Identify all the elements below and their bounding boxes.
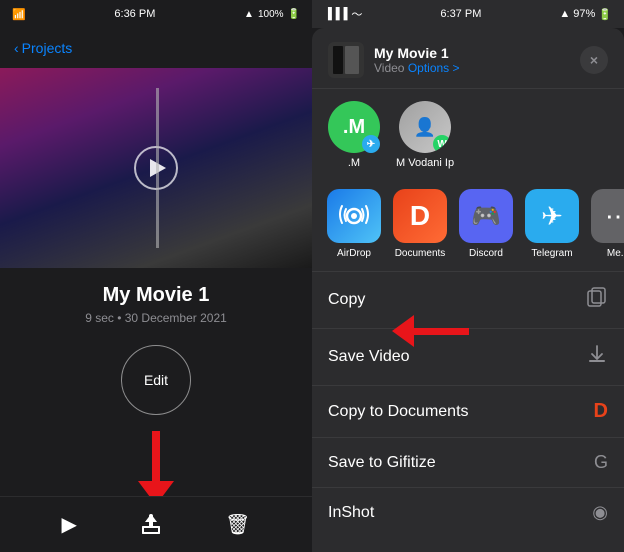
documents-label: Documents (395, 248, 446, 259)
share-movie-title: My Movie 1 (374, 45, 580, 61)
contact-avatar-vodani: 👤 W (399, 101, 451, 153)
documents-icon: D (393, 189, 447, 243)
discord-label: Discord (469, 248, 503, 259)
wifi-signal-icon: 📶 (12, 8, 26, 21)
app-airdrop[interactable]: AirDrop (326, 189, 382, 259)
whatsapp-badge: W (433, 135, 451, 153)
left-panel: 📶 6:36 PM ▲ 100% 🔋 ‹ Projects My Movie 1 (0, 0, 312, 552)
battery-icon-right: 🔋 (598, 8, 612, 21)
battery-percent-right: 97% (573, 8, 595, 20)
save-gifitize-label: Save to Gifitize (328, 454, 436, 472)
save-video-icon (586, 343, 608, 371)
film-gray (345, 46, 359, 74)
discord-icon: 🎮 (459, 189, 513, 243)
location-icon: ▲ (244, 9, 254, 20)
copy-documents-label: Copy to Documents (328, 403, 469, 421)
battery-left: 100% (258, 9, 284, 20)
close-icon: × (590, 52, 598, 68)
signal-icon: ▐▐▐ (324, 8, 347, 20)
more-apps-icon: ⋯ (591, 189, 624, 243)
back-button[interactable]: ‹ Projects (14, 40, 72, 56)
movie-title: My Movie 1 (0, 284, 312, 307)
copy-documents-icon: D (594, 400, 608, 423)
options-label[interactable]: Options > (408, 61, 460, 75)
save-video-label: Save Video (328, 348, 410, 366)
back-label: Projects (22, 40, 73, 56)
edit-button-container: Edit (0, 345, 312, 415)
red-arrow-right-container (392, 315, 469, 347)
share-sheet: My Movie 1 Video Options > × .M ✈ (312, 28, 624, 552)
movie-icon-small (328, 42, 364, 78)
video-thumbnail[interactable] (0, 68, 312, 268)
airdrop-svg (339, 201, 369, 231)
battery-area-right: ▲ 97% 🔋 (559, 8, 612, 21)
wifi-icon-right: 〜 (351, 6, 362, 22)
telegram-icon: ✈ (525, 189, 579, 243)
share-icon (140, 514, 162, 536)
arrow-shaft (152, 431, 160, 481)
copy-label: Copy (328, 291, 365, 309)
arrow-head-right (392, 315, 414, 347)
app-telegram[interactable]: ✈ Telegram (524, 189, 580, 259)
airdrop-icon (327, 189, 381, 243)
telegram-badge: ✈ (362, 135, 380, 153)
share-header: My Movie 1 Video Options > × (312, 28, 624, 89)
action-list: Copy Save Video (312, 272, 624, 552)
contact-name-m: .M (348, 157, 360, 169)
film-black (333, 46, 343, 74)
contact-item-m[interactable]: .M ✈ .M (328, 101, 380, 169)
time-right: 6:37 PM (440, 8, 481, 20)
contact-item-vodani[interactable]: 👤 W M Vodani Ip (396, 101, 454, 169)
inshot-icon: ◉ (592, 502, 608, 523)
arrow-shaft-right (414, 328, 469, 335)
play-toolbar-icon[interactable]: ▶ (62, 512, 77, 537)
share-title-area: My Movie 1 Video Options > (374, 45, 580, 75)
edit-button[interactable]: Edit (121, 345, 191, 415)
copy-icon (586, 286, 608, 314)
share-subtitle: Video Options > (374, 61, 580, 75)
app-documents[interactable]: D Documents (392, 189, 448, 259)
thumbnail-line (156, 88, 159, 248)
right-panel: ▐▐▐ 〜 6:37 PM ▲ 97% 🔋 My (312, 0, 624, 552)
action-copy-documents[interactable]: Copy to Documents D (312, 386, 624, 438)
inshot-label: InShot (328, 504, 374, 522)
contacts-row: .M ✈ .M 👤 W M Vodani Ip (312, 89, 624, 181)
more-label: Me... (607, 248, 624, 259)
film-strip (333, 46, 359, 74)
movie-info: My Movie 1 9 sec • 30 December 2021 (0, 268, 312, 333)
contact-avatar-m: .M ✈ (328, 101, 380, 153)
signal-area: ▐▐▐ 〜 (324, 6, 362, 22)
delete-toolbar-icon[interactable]: 🗑 (225, 512, 250, 537)
share-toolbar-icon[interactable] (140, 514, 162, 536)
app-more[interactable]: ⋯ Me... (590, 189, 624, 259)
action-save-gifitize[interactable]: Save to Gifitize G (312, 438, 624, 488)
app-discord[interactable]: 🎮 Discord (458, 189, 514, 259)
save-gifitize-icon: G (594, 452, 608, 473)
video-label: Video (374, 61, 404, 75)
airdrop-label: AirDrop (337, 248, 371, 259)
contact-name-vodani: M Vodani Ip (396, 157, 454, 169)
red-arrow-right (392, 315, 469, 347)
nav-header: ‹ Projects (0, 28, 312, 68)
contact-initial-m: .M (343, 116, 365, 139)
close-button[interactable]: × (580, 46, 608, 74)
play-icon: ▶ (62, 512, 77, 537)
apps-row: AirDrop D Documents 🎮 Discord ✈ Telegram (312, 181, 624, 272)
status-icons-left: ▲ 100% 🔋 (244, 9, 300, 20)
time-left: 6:36 PM (114, 8, 155, 20)
location-icon-right: ▲ (559, 8, 570, 20)
telegram-label: Telegram (531, 248, 572, 259)
movie-meta: 9 sec • 30 December 2021 (0, 311, 312, 325)
delete-icon: 🗑 (225, 512, 250, 537)
status-bar-left: 📶 6:36 PM ▲ 100% 🔋 (0, 0, 312, 28)
action-inshot[interactable]: InShot ◉ (312, 488, 624, 537)
status-bar-right: ▐▐▐ 〜 6:37 PM ▲ 97% 🔋 (312, 0, 624, 28)
chevron-left-icon: ‹ (14, 40, 19, 56)
bottom-toolbar: ▶ 🗑 (0, 496, 312, 552)
battery-icon-left: 🔋 (288, 9, 300, 20)
red-arrow-left (0, 431, 312, 505)
